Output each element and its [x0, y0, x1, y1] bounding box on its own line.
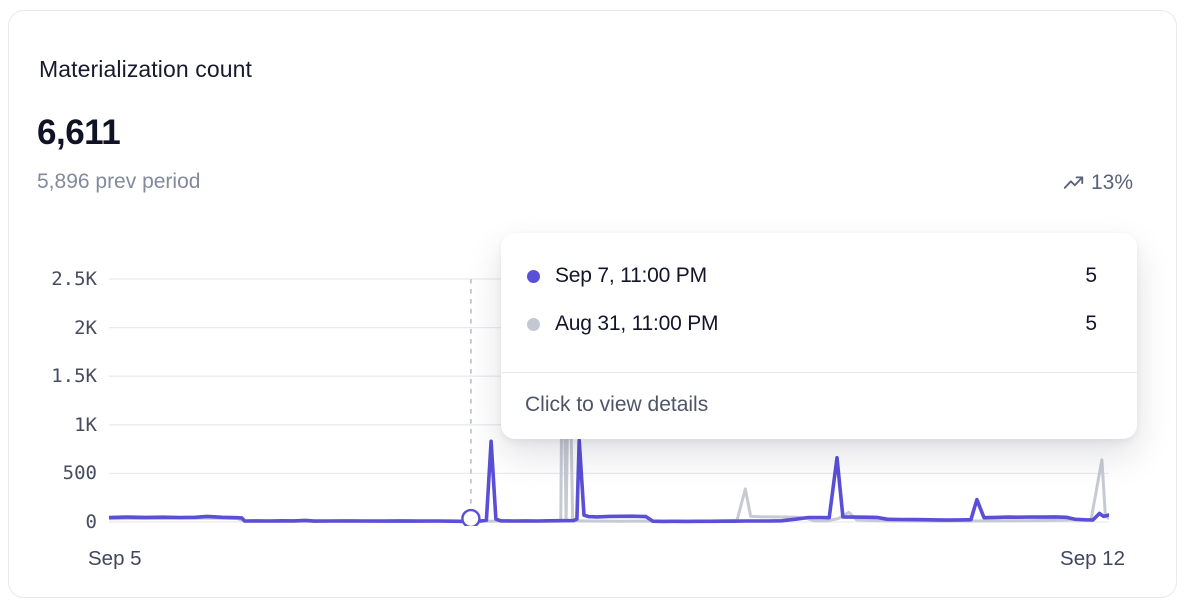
trend-percent: 13%: [1091, 171, 1133, 195]
materialization-count-card: Materialization count 6,611 5,896 prev p…: [8, 10, 1177, 598]
tooltip-previous-label: Aug 31, 11:00 PM: [555, 312, 1070, 336]
tooltip-row-current: Sep 7, 11:00 PM 5: [527, 252, 1097, 300]
y-axis-tick-label: 2K: [23, 317, 97, 339]
card-title: Materialization count: [39, 56, 252, 83]
previous-series-dot-icon: [527, 318, 540, 331]
x-axis-start-label: Sep 5: [88, 547, 142, 571]
y-axis-tick-label: 2.5K: [23, 268, 97, 290]
metric-card-page: Materialization count 6,611 5,896 prev p…: [0, 0, 1186, 608]
tooltip-row-previous: Aug 31, 11:00 PM 5: [527, 300, 1097, 348]
chart-tooltip[interactable]: Sep 7, 11:00 PM 5 Aug 31, 11:00 PM 5 Cli…: [501, 233, 1137, 439]
current-period-series-line: [109, 440, 1109, 521]
trending-up-icon: [1063, 173, 1084, 194]
tooltip-previous-value: 5: [1085, 312, 1097, 336]
y-axis-tick-label: 1.5K: [23, 365, 97, 387]
current-total-value: 6,611: [37, 113, 120, 153]
hover-point-marker: [462, 510, 479, 526]
y-axis-tick-label: 1K: [23, 414, 97, 436]
y-axis-tick-label: 500: [23, 462, 97, 484]
trend-indicator: 13%: [1063, 171, 1133, 195]
tooltip-rows: Sep 7, 11:00 PM 5 Aug 31, 11:00 PM 5: [501, 233, 1137, 348]
tooltip-current-value: 5: [1085, 264, 1097, 288]
y-axis-tick-label: 0: [23, 511, 97, 533]
x-axis-end-label: Sep 12: [1060, 547, 1125, 571]
tooltip-view-details-link[interactable]: Click to view details: [501, 373, 1137, 437]
current-series-dot-icon: [527, 270, 540, 283]
previous-period-value: 5,896 prev period: [37, 170, 200, 194]
tooltip-current-label: Sep 7, 11:00 PM: [555, 264, 1070, 288]
